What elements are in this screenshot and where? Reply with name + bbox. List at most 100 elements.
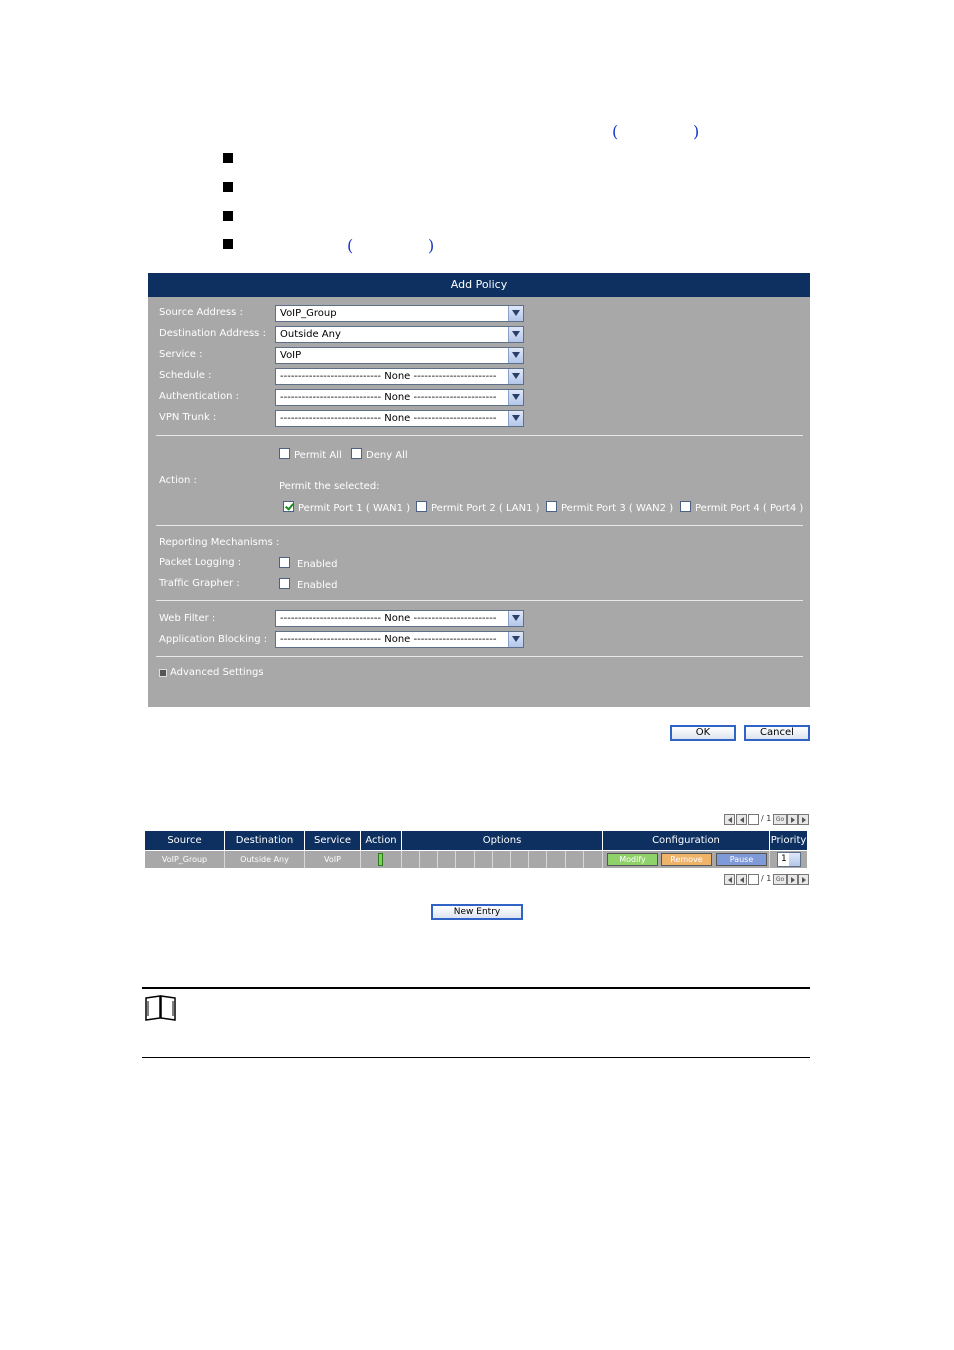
- last-page-icon[interactable]: [798, 874, 809, 885]
- ok-button[interactable]: OK: [670, 725, 736, 741]
- schedule-value: ---------------------------- None ------…: [280, 371, 497, 382]
- permit-selected-label: Permit the selected:: [279, 481, 380, 492]
- first-page-icon[interactable]: [724, 814, 735, 825]
- prev-page-icon[interactable]: [736, 814, 747, 825]
- pager-bottom: / 1 Go: [724, 874, 809, 885]
- chevron-down-icon: [508, 348, 523, 363]
- option-cell: [402, 851, 420, 868]
- first-page-icon[interactable]: [724, 874, 735, 885]
- paren-close-2: ): [428, 236, 435, 255]
- chevron-down-icon: [789, 853, 800, 866]
- vpn-trunk-value: ---------------------------- None ------…: [280, 413, 497, 424]
- expand-icon[interactable]: [159, 669, 167, 677]
- schedule-select[interactable]: ---------------------------- None ------…: [275, 368, 524, 385]
- note-rule-top: [142, 987, 810, 989]
- destination-address-select[interactable]: Outside Any: [275, 326, 524, 343]
- port3-label: Permit Port 3 ( WAN2 ): [561, 503, 674, 514]
- priority-select[interactable]: 1: [777, 852, 801, 867]
- traffic-grapher-label: Traffic Grapher :: [159, 578, 240, 589]
- service-select[interactable]: VoIP: [275, 347, 524, 364]
- chevron-down-icon: [508, 632, 523, 647]
- permit-all-checkbox[interactable]: [279, 448, 290, 459]
- paren-open: (: [612, 122, 619, 141]
- remove-button[interactable]: Remove: [661, 853, 712, 866]
- col-destination: Destination: [225, 831, 305, 850]
- bullet-3: [223, 211, 233, 221]
- panel-title: Add Policy: [148, 273, 810, 297]
- col-service: Service: [305, 831, 361, 850]
- source-address-value: VoIP_Group: [280, 308, 337, 319]
- new-entry-button[interactable]: New Entry: [431, 904, 523, 920]
- option-cell: [547, 851, 566, 868]
- pause-button[interactable]: Pause: [716, 853, 767, 866]
- traffic-grapher-enabled: Enabled: [297, 580, 338, 591]
- cell-priority: 1: [770, 851, 807, 868]
- last-page-icon[interactable]: [798, 814, 809, 825]
- cancel-button[interactable]: Cancel: [744, 725, 810, 741]
- port1-checkbox[interactable]: [283, 501, 294, 512]
- vpn-trunk-label: VPN Trunk :: [159, 412, 217, 423]
- cell-destination: Outside Any: [225, 851, 305, 868]
- option-cell: [438, 851, 456, 868]
- option-cell: [456, 851, 475, 868]
- chevron-down-icon: [508, 611, 523, 626]
- col-priority: Priority: [770, 835, 807, 846]
- policy-table-header: Source Destination Service Action Option…: [145, 831, 807, 850]
- option-cell: [493, 851, 511, 868]
- option-cell: [584, 851, 603, 868]
- cell-source: VoIP_Group: [145, 851, 225, 868]
- authentication-label: Authentication :: [159, 391, 239, 402]
- pager-top: / 1 Go: [724, 814, 809, 825]
- go-button[interactable]: Go: [773, 874, 787, 885]
- prev-page-icon[interactable]: [736, 874, 747, 885]
- option-cell: [529, 851, 547, 868]
- port2-checkbox[interactable]: [416, 501, 427, 512]
- authentication-select[interactable]: ---------------------------- None ------…: [275, 389, 524, 406]
- go-button[interactable]: Go: [773, 814, 787, 825]
- permit-icon: [378, 853, 383, 866]
- port2-label: Permit Port 2 ( LAN1 ): [431, 503, 540, 514]
- chevron-down-icon: [508, 411, 523, 426]
- chevron-down-icon: [508, 327, 523, 342]
- app-blocking-value: ---------------------------- None ------…: [280, 634, 497, 645]
- page-input[interactable]: [748, 814, 759, 825]
- note-rule-bottom: [142, 1057, 810, 1058]
- chevron-down-icon: [508, 390, 523, 405]
- page-input[interactable]: [748, 874, 759, 885]
- schedule-label: Schedule :: [159, 370, 212, 381]
- bullet-2: [223, 182, 233, 192]
- chevron-down-icon: [508, 369, 523, 384]
- option-cell: [511, 851, 529, 868]
- page-count: / 1: [761, 874, 772, 883]
- next-page-icon[interactable]: [787, 814, 798, 825]
- deny-all-checkbox[interactable]: [351, 448, 362, 459]
- col-options: Options: [402, 831, 603, 850]
- source-address-select[interactable]: VoIP_Group: [275, 305, 524, 322]
- packet-logging-label: Packet Logging :: [159, 557, 242, 568]
- port4-label: Permit Port 4 ( Port4 ): [695, 503, 804, 514]
- port4-checkbox[interactable]: [680, 501, 691, 512]
- deny-all-label: Deny All: [366, 450, 408, 461]
- next-page-icon[interactable]: [787, 874, 798, 885]
- traffic-grapher-checkbox[interactable]: [279, 578, 290, 589]
- packet-logging-checkbox[interactable]: [279, 557, 290, 568]
- port1-label: Permit Port 1 ( WAN1 ): [298, 503, 411, 514]
- app-blocking-select[interactable]: ---------------------------- None ------…: [275, 631, 524, 648]
- col-source: Source: [145, 831, 225, 850]
- table-row: VoIP_Group Outside Any VoIP Modify Remov…: [145, 851, 807, 868]
- web-filter-select[interactable]: ---------------------------- None ------…: [275, 610, 524, 627]
- option-cell: [566, 851, 584, 868]
- port3-checkbox[interactable]: [546, 501, 557, 512]
- action-label: Action :: [159, 475, 197, 486]
- option-cell: [420, 851, 438, 868]
- option-cell: [475, 851, 493, 868]
- modify-button[interactable]: Modify: [607, 853, 658, 866]
- cell-service: VoIP: [305, 851, 361, 868]
- vpn-trunk-select[interactable]: ---------------------------- None ------…: [275, 410, 524, 427]
- cell-action: [361, 851, 402, 868]
- authentication-value: ---------------------------- None ------…: [280, 392, 497, 403]
- advanced-settings-link[interactable]: Advanced Settings: [170, 667, 264, 678]
- bullet-1: [223, 153, 233, 163]
- paren-close: ): [693, 122, 700, 141]
- web-filter-label: Web Filter :: [159, 613, 216, 624]
